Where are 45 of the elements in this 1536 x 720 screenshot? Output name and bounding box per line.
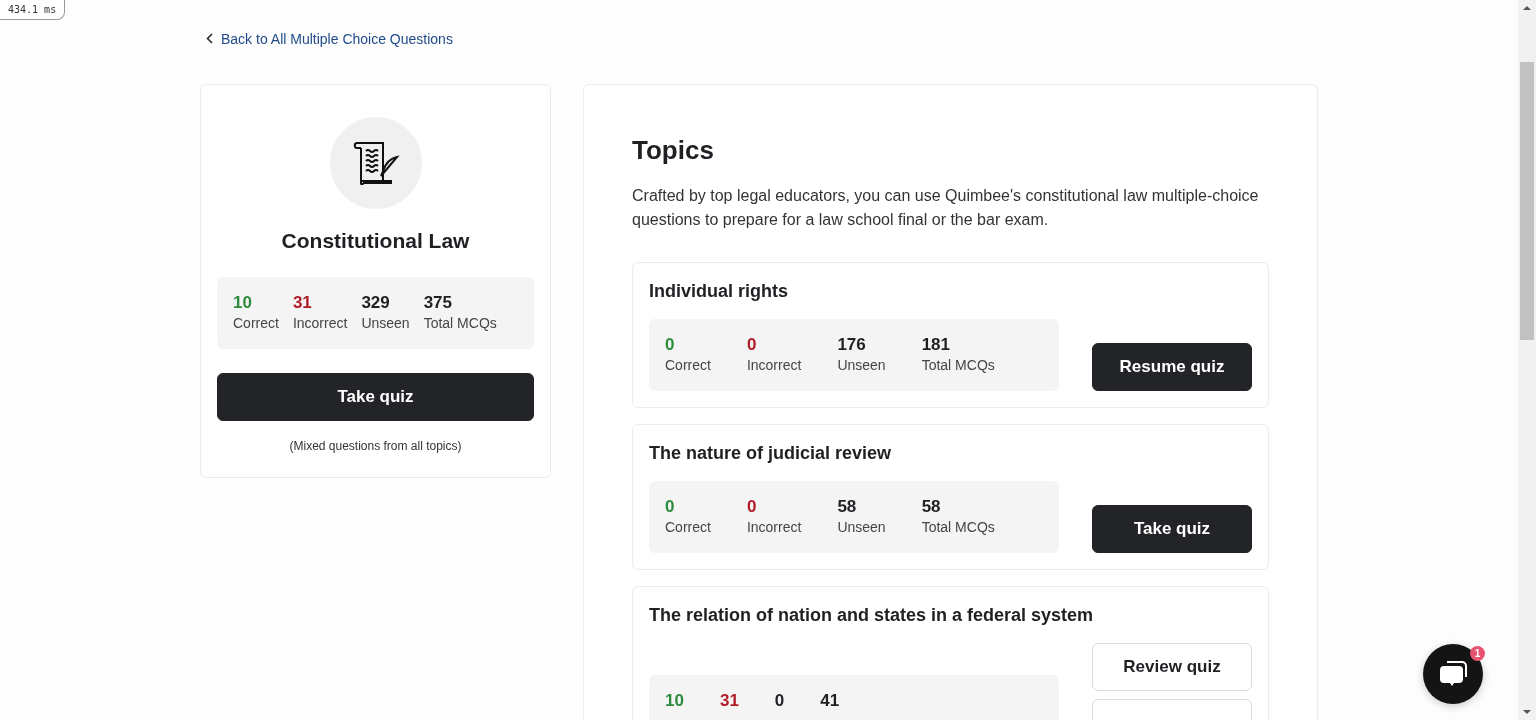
stat-value: 58 (921, 497, 942, 517)
stat-value: 181 (921, 335, 951, 355)
subject-title: Constitutional Law (281, 229, 470, 253)
stat-label: Incorrect (292, 315, 348, 331)
stat-value: 0 (746, 335, 758, 355)
stat-value: 375 (423, 293, 453, 313)
scrollbar[interactable] (1518, 0, 1536, 720)
stat-value: 0 (774, 691, 785, 711)
topic-title: The relation of nation and states in a federal system (649, 605, 1095, 626)
stat-value: 10 (665, 691, 684, 711)
stat-value: 0 (665, 335, 676, 355)
stat-label: Unseen (837, 357, 886, 373)
stat-value: 31 (719, 691, 739, 711)
stat-value: 0 (746, 497, 758, 517)
topics-heading: Topics (632, 135, 715, 166)
topic-title: Individual rights (649, 281, 789, 302)
quiz-note: (Mixed questions from all topics) (289, 439, 462, 453)
stat-value: 10 (233, 293, 253, 313)
stat-label: Total MCQs (921, 357, 995, 373)
stat-label: Incorrect (746, 519, 802, 535)
take-quiz-button[interactable]: Take quiz (217, 373, 534, 421)
stat-label: Incorrect (746, 357, 802, 373)
stat-value: 0 (665, 497, 676, 517)
stat-label: Correct (665, 519, 711, 535)
stat-label: Unseen (361, 315, 410, 331)
stat-value: 329 (361, 293, 391, 313)
stat-value: 41 (820, 691, 840, 711)
stat-label: Total MCQs (921, 519, 995, 535)
topic-title: The nature of judicial review (649, 443, 893, 464)
stat-label: Correct (233, 315, 279, 331)
chevron-left-icon (206, 33, 213, 44)
timing-badge: 434.1 ms (0, 0, 66, 20)
stat-label: Unseen (837, 519, 886, 535)
quiz-button[interactable]: Review quiz (1092, 643, 1252, 691)
quiz-button[interactable]: Resume quiz (1092, 343, 1252, 391)
stat-value: 58 (837, 497, 858, 517)
stat-label: Total MCQs (423, 315, 497, 331)
stat-value: 31 (292, 293, 313, 313)
back-link[interactable]: Back to All Multiple Choice Questions (200, 30, 453, 47)
chat-button[interactable]: 1 (1423, 644, 1483, 704)
notification-badge: 1 (1470, 646, 1485, 661)
stat-label: Correct (665, 357, 711, 373)
stat-value: 176 (837, 335, 867, 355)
quiz-button[interactable]: Take quiz (1092, 505, 1252, 553)
topics-description: Crafted by top legal educators, you can use Quimbee's constitutional law multiple-choice questions to prepare for a law school final or the bar exam. (632, 186, 1260, 230)
